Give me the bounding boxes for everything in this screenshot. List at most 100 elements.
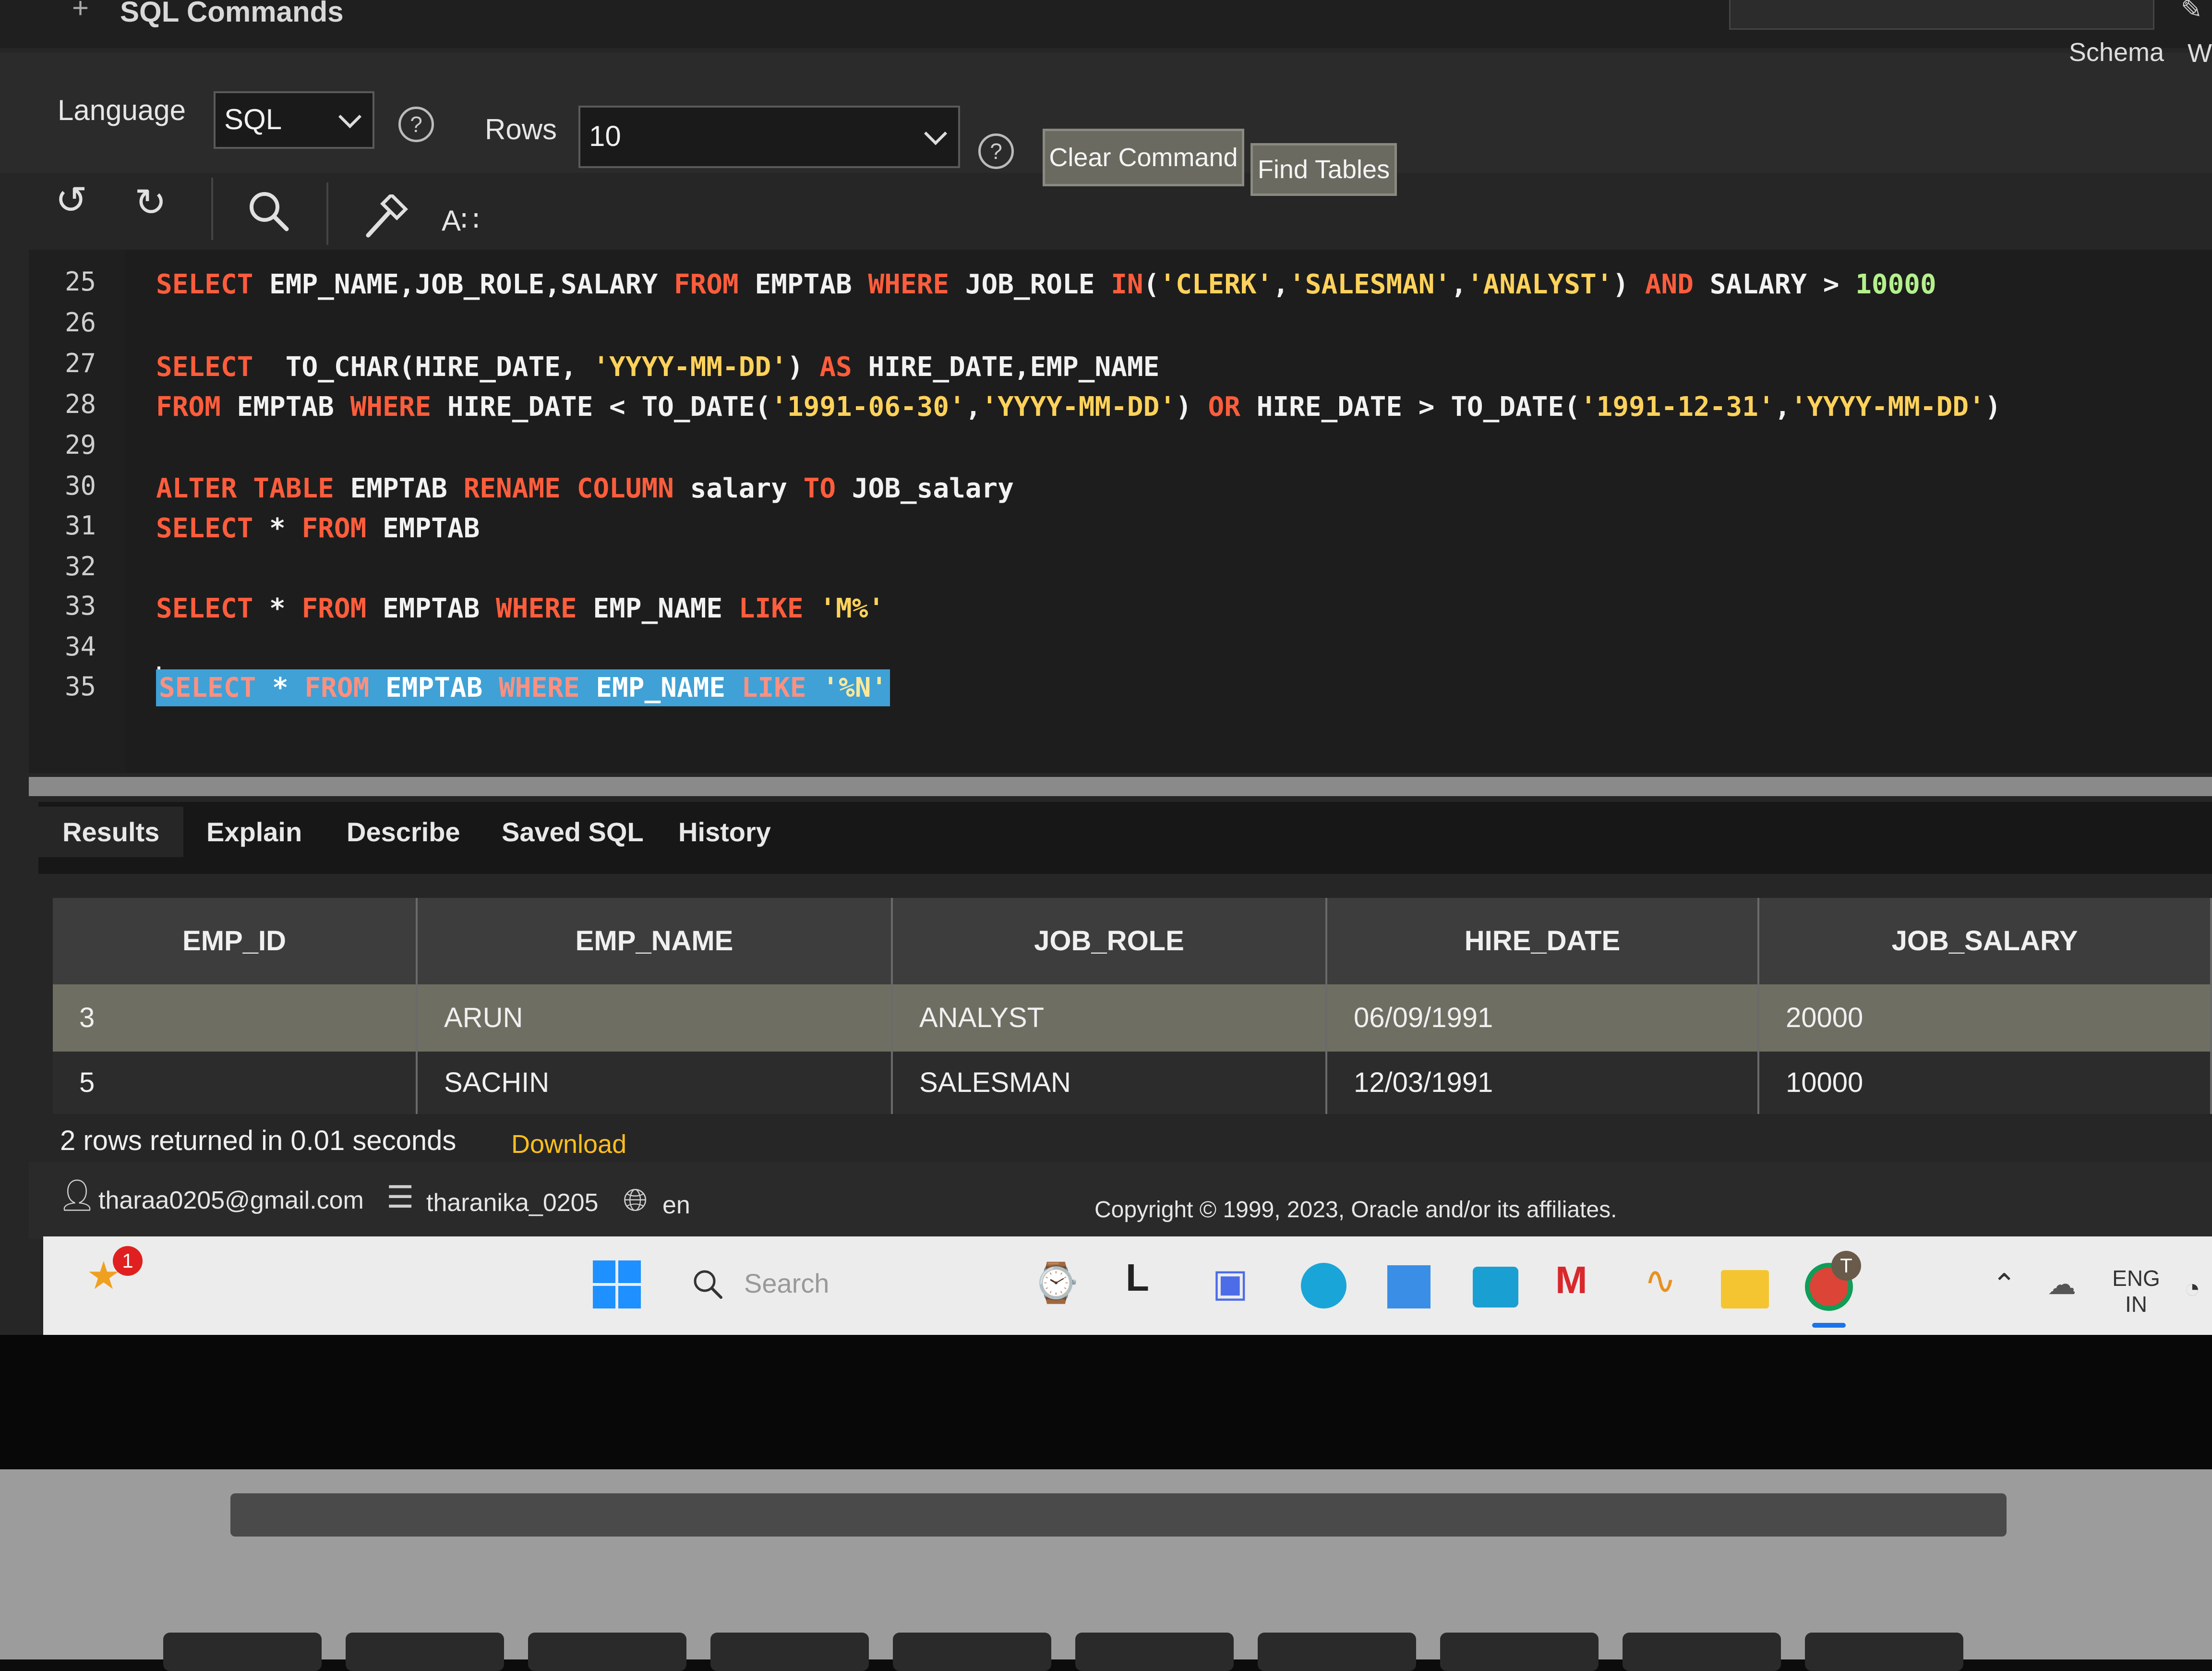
table-cell: 06/09/1991 <box>1327 984 1759 1052</box>
file-explorer-icon[interactable] <box>1721 1270 1769 1308</box>
keyboard-key <box>1258 1633 1416 1671</box>
edge-browser-icon[interactable] <box>1301 1263 1346 1308</box>
line-number: 29 <box>65 430 96 460</box>
search-icon[interactable] <box>247 190 290 233</box>
keyboard-key <box>1075 1633 1234 1671</box>
divider <box>211 178 213 240</box>
onedrive-cloud-icon[interactable]: ☁ <box>2047 1268 2076 1301</box>
rows-returned-status: 2 rows returned in 0.01 seconds <box>60 1125 457 1156</box>
column-header[interactable]: JOB_ROLE <box>893 898 1327 984</box>
footer-language[interactable]: en <box>662 1191 690 1220</box>
language-region: IN <box>2125 1292 2147 1317</box>
database-icon: ☰ <box>386 1180 414 1214</box>
meet-app-icon[interactable]: ▣ <box>1212 1260 1249 1305</box>
language-select-value: SQL <box>224 103 282 135</box>
header-field[interactable] <box>1729 0 2154 30</box>
language-help-icon[interactable]: ? <box>398 107 434 142</box>
line-number: 25 <box>65 266 96 297</box>
line-number: 31 <box>65 510 96 541</box>
line-number: 28 <box>65 389 96 419</box>
language-select[interactable]: SQL <box>214 91 374 149</box>
windows-start-icon[interactable] <box>593 1260 641 1308</box>
rows-select-value: 10 <box>589 120 621 152</box>
table-cell: 12/03/1991 <box>1327 1052 1759 1114</box>
keyboard-key <box>528 1633 686 1671</box>
keyboard-key <box>1623 1633 1781 1671</box>
line-number: 26 <box>65 307 96 338</box>
column-header[interactable]: EMP_NAME <box>418 898 893 984</box>
language-code: ENG <box>2112 1266 2160 1291</box>
tab-describe[interactable]: Describe <box>347 816 460 848</box>
clear-command-button[interactable]: Clear Command <box>1043 129 1244 186</box>
hammer-icon[interactable] <box>362 194 408 240</box>
results-table: EMP_ID EMP_NAME JOB_ROLE HIRE_DATE JOB_S… <box>53 893 2212 1143</box>
page-title: SQL Commands <box>120 0 344 28</box>
tray-chevron-up-icon[interactable]: ⌃ <box>1992 1268 2016 1301</box>
taskbar-search-placeholder: Search <box>744 1268 830 1298</box>
loading-app-icon[interactable]: ∿ <box>1644 1258 1676 1303</box>
chevron-down-icon <box>924 122 948 145</box>
schema-select-cut[interactable]: W <box>2188 38 2212 68</box>
footer-copyright: Copyright © 1999, 2023, Oracle and/or it… <box>1094 1197 1617 1223</box>
chevron-down-icon <box>338 105 362 129</box>
code-line-31: SELECT * FROM EMPTAB <box>156 513 480 544</box>
panel-splitter[interactable] <box>29 777 2212 796</box>
column-header[interactable]: EMP_ID <box>53 898 418 984</box>
table-cell: 3 <box>53 984 418 1052</box>
screen: + SQL Commands ✎ Language SQL ? Rows 10 … <box>0 0 2212 1431</box>
format-icon[interactable]: A∷ <box>442 204 479 238</box>
edit-icon[interactable]: ✎ <box>2181 0 2202 24</box>
tab-history[interactable]: History <box>678 816 771 848</box>
column-header[interactable]: HIRE_DATE <box>1327 898 1759 984</box>
find-tables-button[interactable]: Find Tables <box>1250 143 1397 196</box>
code-line-25: SELECT EMP_NAME,JOB_ROLE,SALARY FROM EMP… <box>156 269 1936 300</box>
line-number: 30 <box>65 471 96 501</box>
table-cell: ARUN <box>418 984 893 1052</box>
dell-app-icon[interactable] <box>1473 1267 1518 1308</box>
code-line-30: ALTER TABLE EMPTAB RENAME COLUMN salary … <box>156 473 1014 504</box>
page-header: + SQL Commands ✎ <box>0 0 2212 48</box>
footer-user[interactable]: tharaa0205@gmail.com <box>98 1186 364 1215</box>
table-cell: 20000 <box>1759 984 2212 1052</box>
table-cell: 5 <box>53 1052 418 1114</box>
search-icon[interactable] <box>691 1268 725 1301</box>
undo-icon[interactable]: ↺ <box>55 178 87 222</box>
code-line-28: FROM EMPTAB WHERE HIRE_DATE < TO_DATE('1… <box>156 391 2001 423</box>
column-header[interactable]: JOB_SALARY <box>1759 898 2212 984</box>
tab-explain[interactable]: Explain <box>206 816 302 848</box>
line-number: 34 <box>65 631 96 662</box>
keyboard-key <box>163 1633 322 1671</box>
line-number: 27 <box>65 348 96 378</box>
keyboard-key <box>1805 1633 1963 1671</box>
redo-icon[interactable]: ↻ <box>134 180 167 225</box>
wifi-icon[interactable]: ◔ <box>2184 1272 2200 1304</box>
store-app-icon[interactable] <box>1387 1265 1431 1308</box>
code-line-27: SELECT TO_CHAR(HIRE_DATE, 'YYYY-MM-DD') … <box>156 351 1160 383</box>
mcafee-icon[interactable]: M <box>1555 1258 1587 1302</box>
table-cell: SALESMAN <box>893 1052 1327 1114</box>
line-number: 32 <box>65 551 96 581</box>
rows-label: Rows <box>485 113 557 145</box>
terminal-app-icon[interactable]: L <box>1126 1256 1149 1300</box>
schema-label: Schema <box>2068 38 2164 67</box>
keyboard-key <box>710 1633 869 1671</box>
laptop-hinge <box>230 1493 2007 1537</box>
plus-icon[interactable]: + <box>72 0 89 24</box>
code-line-35-selected: SELECT * FROM EMPTAB WHERE EMP_NAME LIKE… <box>156 669 890 713</box>
rows-select[interactable]: 10 <box>578 106 960 168</box>
rows-help-icon[interactable]: ? <box>978 133 1014 169</box>
language-indicator[interactable]: ENG IN <box>2110 1265 2163 1317</box>
selected-text: SELECT * FROM EMPTAB WHERE EMP_NAME LIKE… <box>156 669 890 706</box>
divider <box>326 182 328 245</box>
chrome-profile-badge: T <box>1831 1251 1861 1281</box>
user-icon: 👤︎ <box>58 1178 97 1212</box>
keyboard-key <box>346 1633 504 1671</box>
footer-workspace[interactable]: tharanika_0205 <box>426 1188 599 1217</box>
language-label: Language <box>58 94 186 126</box>
clock-app-icon[interactable]: ⌚ <box>1032 1260 1080 1306</box>
keyboard-key <box>893 1633 1051 1671</box>
table-cell: SACHIN <box>418 1052 893 1114</box>
download-link[interactable]: Download <box>511 1129 626 1159</box>
tab-results[interactable]: Results <box>38 807 184 857</box>
tab-saved-sql[interactable]: Saved SQL <box>502 816 644 848</box>
